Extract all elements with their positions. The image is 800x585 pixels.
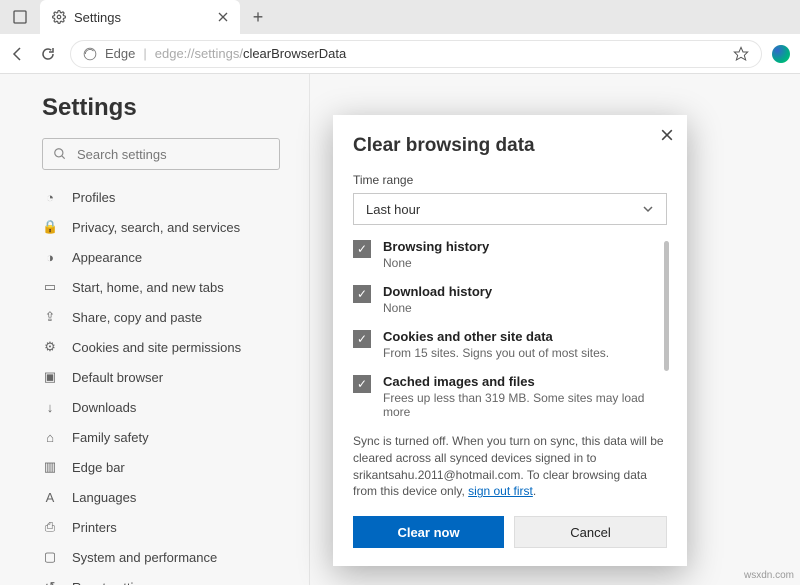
scrollbar[interactable]	[664, 241, 669, 371]
search-placeholder: Search settings	[77, 147, 167, 162]
tab-title: Settings	[74, 10, 121, 25]
address-brand: Edge	[105, 46, 135, 61]
sidebar-item-cookies[interactable]: ⚙Cookies and site permissions	[42, 332, 280, 362]
lock-icon: 🔒	[42, 219, 58, 235]
family-icon: ⌂	[42, 430, 58, 445]
cookies-icon: ⚙	[42, 339, 58, 355]
clear-now-button[interactable]: Clear now	[353, 516, 504, 548]
toolbar: Edge | edge://settings/clearBrowserData	[0, 34, 800, 74]
dialog-title: Clear browsing data	[353, 135, 667, 157]
share-icon: ⇪	[42, 309, 58, 325]
checkbox-checked-icon[interactable]: ✓	[353, 375, 371, 393]
chevron-down-icon	[642, 203, 654, 215]
refresh-button[interactable]	[40, 46, 60, 62]
watermark: wsxdn.com	[744, 570, 794, 581]
browser-tab[interactable]: Settings	[40, 0, 240, 34]
sidebar-item-start[interactable]: ▭Start, home, and new tabs	[42, 272, 280, 302]
option-browsing-history[interactable]: ✓ Browsing historyNone	[353, 239, 667, 270]
page-title: Settings	[42, 94, 301, 122]
tabs-icon: ▭	[42, 279, 58, 295]
browser-icon: ▣	[42, 369, 58, 385]
language-icon: A	[42, 490, 58, 505]
new-tab-button[interactable]: +	[244, 7, 272, 28]
tab-overview-button[interactable]	[6, 3, 34, 31]
address-bar[interactable]: Edge | edge://settings/clearBrowserData	[70, 40, 762, 68]
sidebar-item-share[interactable]: ⇪Share, copy and paste	[42, 302, 280, 332]
time-range-select[interactable]: Last hour	[353, 193, 667, 225]
sidebar-item-edgebar[interactable]: ▥Edge bar	[42, 452, 280, 482]
sync-notice: Sync is turned off. When you turn on syn…	[353, 433, 667, 500]
search-settings-input[interactable]: Search settings	[42, 138, 280, 170]
url-prefix: edge://settings/	[155, 46, 243, 61]
option-cookies[interactable]: ✓ Cookies and other site dataFrom 15 sit…	[353, 329, 667, 360]
profile-icon: ◔	[42, 190, 58, 205]
favorite-button[interactable]	[733, 46, 749, 62]
printer-icon: ⎙	[42, 519, 58, 535]
close-dialog-button[interactable]	[661, 129, 673, 141]
gear-icon	[52, 10, 66, 24]
checkbox-checked-icon[interactable]: ✓	[353, 285, 371, 303]
download-icon: ↓	[42, 400, 58, 415]
sidebar-item-reset[interactable]: ↺Reset settings	[42, 572, 280, 585]
sidebar-item-languages[interactable]: ALanguages	[42, 482, 280, 512]
checkbox-checked-icon[interactable]: ✓	[353, 330, 371, 348]
time-range-value: Last hour	[366, 202, 420, 217]
checkbox-checked-icon[interactable]: ✓	[353, 240, 371, 258]
edgebar-icon: ▥	[42, 459, 58, 475]
sign-out-link[interactable]: sign out first	[468, 484, 533, 498]
option-cached[interactable]: ✓ Cached images and filesFrees up less t…	[353, 374, 667, 419]
appearance-icon: ◑	[42, 250, 58, 265]
titlebar: Settings +	[0, 0, 800, 34]
settings-sidebar: Settings Search settings ◔Profiles 🔒Priv…	[0, 74, 310, 585]
edge-icon	[83, 47, 97, 61]
cancel-button[interactable]: Cancel	[514, 516, 667, 548]
sidebar-item-appearance[interactable]: ◑Appearance	[42, 242, 280, 272]
search-icon	[53, 147, 67, 161]
option-download-history[interactable]: ✓ Download historyNone	[353, 284, 667, 315]
clear-browsing-data-dialog: Clear browsing data Time range Last hour…	[333, 115, 687, 566]
reset-icon: ↺	[42, 579, 58, 585]
sidebar-item-privacy[interactable]: 🔒Privacy, search, and services	[42, 212, 280, 242]
sidebar-item-profiles[interactable]: ◔Profiles	[42, 182, 280, 212]
url-path: clearBrowserData	[243, 46, 346, 61]
sidebar-item-default-browser[interactable]: ▣Default browser	[42, 362, 280, 392]
sidebar-item-downloads[interactable]: ↓Downloads	[42, 392, 280, 422]
back-button[interactable]	[10, 46, 30, 62]
time-range-label: Time range	[353, 173, 667, 187]
profile-icon[interactable]	[772, 45, 790, 63]
close-tab-button[interactable]	[218, 12, 228, 22]
sidebar-item-printers[interactable]: ⎙Printers	[42, 512, 280, 542]
sidebar-item-family[interactable]: ⌂Family safety	[42, 422, 280, 452]
system-icon: ▢	[42, 549, 58, 565]
sidebar-item-system[interactable]: ▢System and performance	[42, 542, 280, 572]
